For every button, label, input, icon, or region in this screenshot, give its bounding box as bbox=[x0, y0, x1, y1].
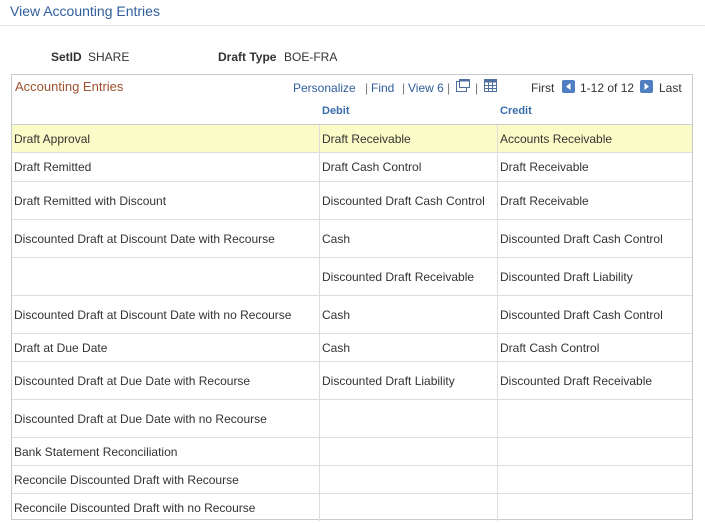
cell-credit: Discounted Draft Cash Control bbox=[497, 296, 692, 333]
new-window-icon[interactable] bbox=[456, 79, 470, 95]
cell-entry: Draft at Due Date bbox=[14, 340, 108, 355]
draft-type-value: BOE-FRA bbox=[284, 50, 338, 64]
first-label: First bbox=[531, 81, 555, 95]
cell-credit: Discounted Draft Liability bbox=[497, 258, 692, 295]
cell-debit: Draft Receivable bbox=[319, 125, 497, 152]
row-range: 1-12 of 12 bbox=[580, 81, 635, 95]
cell-credit: Draft Receivable bbox=[497, 182, 692, 219]
grid-header: Accounting Entries Personalize | Find | … bbox=[12, 75, 692, 97]
column-header-debit[interactable]: Debit bbox=[322, 105, 350, 117]
cell-credit: Draft Cash Control bbox=[497, 334, 692, 361]
cell-debit: Discounted Draft Cash Control bbox=[319, 182, 497, 219]
view-all-link[interactable]: View 6 bbox=[408, 81, 444, 95]
find-link[interactable]: Find bbox=[371, 81, 394, 95]
table-row[interactable]: Discounted Draft at Discount Date with n… bbox=[12, 296, 692, 334]
cell-debit: Discounted Draft Liability bbox=[319, 362, 497, 399]
cell-credit: Draft Receivable bbox=[497, 153, 692, 181]
cell-credit: Discounted Draft Receivable bbox=[497, 362, 692, 399]
table-row[interactable]: Draft Remitted with Discount Discounted … bbox=[12, 182, 692, 220]
spreadsheet-icon[interactable] bbox=[484, 79, 497, 95]
table-row[interactable]: Reconcile Discounted Draft with no Recou… bbox=[12, 494, 692, 521]
nav-separator: | bbox=[447, 81, 451, 95]
cell-debit: Cash bbox=[319, 334, 497, 361]
cell-debit bbox=[319, 438, 497, 465]
cell-debit bbox=[319, 400, 497, 437]
page-title: View Accounting Entries bbox=[10, 3, 160, 19]
cell-debit: Cash bbox=[319, 220, 497, 257]
setid-label: SetID bbox=[51, 50, 82, 64]
cell-entry bbox=[12, 258, 319, 295]
cell-debit: Draft Cash Control bbox=[319, 153, 497, 181]
table-row[interactable]: Discounted Draft at Due Date with Recour… bbox=[12, 362, 692, 400]
cell-credit: Discounted Draft Cash Control bbox=[497, 220, 692, 257]
column-header-credit[interactable]: Credit bbox=[500, 105, 532, 117]
cell-entry: Reconcile Discounted Draft with Recourse bbox=[14, 472, 239, 487]
grid-title: Accounting Entries bbox=[15, 79, 124, 94]
table-row[interactable]: Reconcile Discounted Draft with Recourse bbox=[12, 466, 692, 494]
cell-entry: Bank Statement Reconciliation bbox=[14, 444, 178, 459]
last-label: Last bbox=[659, 81, 682, 95]
accounting-entries-grid: Accounting Entries Personalize | Find | … bbox=[11, 74, 693, 521]
arrow-left-icon[interactable] bbox=[562, 80, 575, 93]
table-row[interactable]: Discounted Draft at Discount Date with R… bbox=[12, 220, 692, 258]
cell-entry: Draft Remitted bbox=[14, 160, 92, 174]
cell-credit bbox=[497, 400, 692, 437]
cell-entry: Draft Approval bbox=[14, 131, 91, 146]
nav-separator: | bbox=[365, 81, 369, 95]
cell-credit bbox=[497, 494, 692, 521]
table-row[interactable]: Draft at Due Date Cash Draft Cash Contro… bbox=[12, 334, 692, 362]
table-row[interactable]: Discounted Draft at Due Date with no Rec… bbox=[12, 400, 692, 438]
cell-credit bbox=[497, 466, 692, 493]
title-divider bbox=[0, 25, 705, 26]
cell-credit: Accounts Receivable bbox=[497, 125, 692, 152]
cell-entry: Discounted Draft at Due Date with Recour… bbox=[14, 373, 251, 388]
cell-entry: Discounted Draft at Discount Date with R… bbox=[14, 231, 275, 246]
nav-separator: | bbox=[402, 81, 406, 95]
table-row[interactable]: Draft Approval Draft Receivable Accounts… bbox=[12, 125, 692, 153]
cell-entry: Discounted Draft at Discount Date with n… bbox=[14, 307, 292, 322]
cell-debit bbox=[319, 494, 497, 521]
setid-value: SHARE bbox=[88, 50, 130, 64]
nav-separator: | bbox=[475, 81, 479, 95]
cell-debit: Discounted Draft Receivable bbox=[319, 258, 497, 295]
cell-entry: Discounted Draft at Due Date with no Rec… bbox=[14, 411, 267, 426]
cell-debit bbox=[319, 466, 497, 493]
cell-entry: Reconcile Discounted Draft with no Recou… bbox=[14, 500, 256, 515]
cell-entry: Draft Remitted with Discount bbox=[14, 193, 167, 208]
table-row[interactable]: Draft Remitted Draft Cash Control Draft … bbox=[12, 153, 692, 182]
personalize-link[interactable]: Personalize bbox=[293, 81, 356, 95]
table-row[interactable]: Discounted Draft Receivable Discounted D… bbox=[12, 258, 692, 296]
cell-debit: Cash bbox=[319, 296, 497, 333]
draft-type-label: Draft Type bbox=[218, 50, 277, 64]
table-row[interactable]: Bank Statement Reconciliation bbox=[12, 438, 692, 466]
arrow-right-icon[interactable] bbox=[640, 80, 653, 93]
cell-credit bbox=[497, 438, 692, 465]
grid-rows: Draft Approval Draft Receivable Accounts… bbox=[12, 125, 692, 521]
